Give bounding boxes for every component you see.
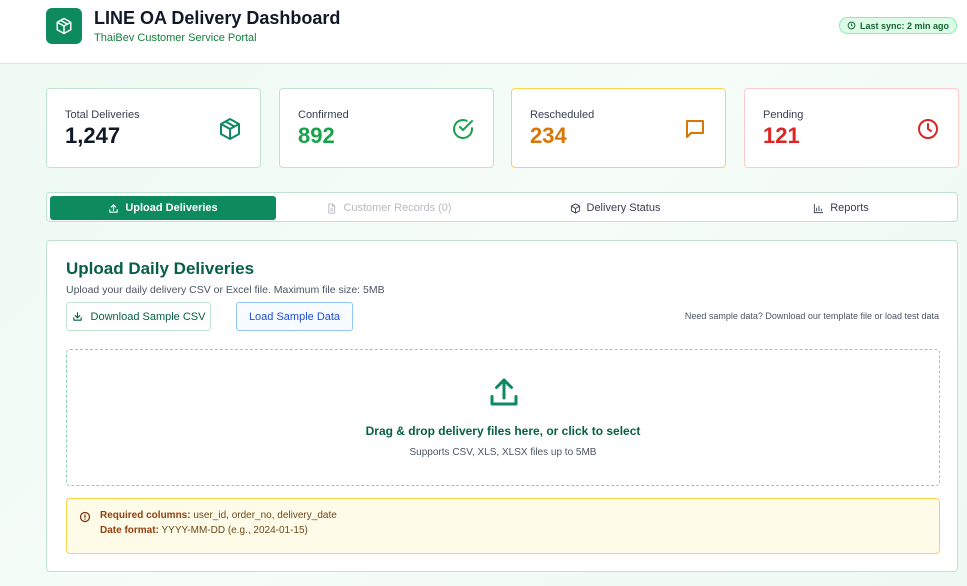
note-required-columns: Required columns: user_id, order_no, del… (100, 510, 337, 521)
stat-value: 892 (298, 123, 335, 148)
note-date-format: Date format: YYYY-MM-DD (e.g., 2024-01-1… (100, 525, 308, 536)
chat-bubble-icon (686, 120, 704, 138)
app-subtitle: ThaiBev Customer Service Portal (94, 32, 257, 44)
package-icon (56, 17, 72, 35)
clock-icon (918, 119, 938, 139)
stat-label: Pending (763, 109, 804, 121)
requirements-note: Required columns: user_id, order_no, del… (66, 498, 940, 554)
button-label: Download Sample CSV (90, 310, 206, 323)
upload-icon (490, 378, 518, 406)
stat-label: Confirmed (298, 109, 349, 121)
dropzone-subtitle: Supports CSV, XLS, XLSX files up to 5MB (409, 447, 597, 458)
tab-label: Reports (830, 202, 869, 214)
tab-customer-records[interactable]: Customer Records (0) (276, 196, 502, 220)
package-icon (570, 202, 580, 214)
main-tabs: Upload Deliveries Customer Records (0) D… (46, 192, 958, 222)
upload-panel: Upload Daily Deliveries Upload your dail… (46, 240, 958, 572)
note-value: user_id, order_no, delivery_date (193, 510, 337, 521)
package-icon (220, 118, 240, 140)
bar-chart-icon (814, 203, 824, 213)
clock-icon (847, 21, 856, 30)
note-value: YYYY-MM-DD (e.g., 2024-01-15) (161, 525, 308, 536)
app-header: LINE OA Delivery Dashboard ThaiBev Custo… (0, 0, 967, 64)
upload-icon (109, 203, 119, 213)
stat-card-total: Total Deliveries 1,247 (46, 88, 261, 168)
file-dropzone[interactable]: Drag & drop delivery files here, or clic… (66, 349, 940, 486)
download-icon (72, 312, 82, 321)
stat-card-pending: Pending 121 (744, 88, 959, 168)
info-icon (79, 511, 91, 523)
button-label: Load Sample Data (248, 310, 341, 323)
stat-value: 234 (530, 123, 567, 148)
app-title: LINE OA Delivery Dashboard (94, 8, 341, 28)
check-circle-icon (453, 119, 473, 139)
panel-description: Upload your daily delivery CSV or Excel … (66, 284, 385, 296)
tab-upload-deliveries[interactable]: Upload Deliveries (50, 196, 276, 220)
note-label: Date format: (100, 525, 159, 536)
stat-card-rescheduled: Rescheduled 234 (511, 88, 726, 168)
load-sample-data-button[interactable]: Load Sample Data (236, 302, 353, 331)
stat-label: Rescheduled (530, 109, 595, 121)
app-logo (46, 8, 82, 44)
dropzone-title: Drag & drop delivery files here, or clic… (365, 424, 641, 438)
tab-delivery-status[interactable]: Delivery Status (502, 196, 728, 220)
sync-status-badge: Last sync: 2 min ago (838, 17, 957, 34)
tab-label: Customer Records (0) (343, 202, 452, 214)
tab-reports[interactable]: Reports (728, 196, 954, 220)
sync-status-text: Last sync: 2 min ago (859, 20, 949, 31)
stat-label: Total Deliveries (65, 109, 140, 121)
stat-value: 1,247 (65, 123, 121, 148)
download-sample-csv-button[interactable]: Download Sample CSV (66, 302, 211, 331)
stat-value: 121 (763, 123, 800, 148)
tab-label: Delivery Status (586, 202, 661, 214)
tab-label: Upload Deliveries (125, 202, 218, 214)
panel-title: Upload Daily Deliveries (66, 259, 255, 278)
document-icon (328, 202, 336, 214)
stat-card-confirmed: Confirmed 892 (279, 88, 494, 168)
note-label: Required columns: (100, 510, 191, 521)
helper-text: Need sample data? Download our template … (684, 311, 939, 321)
